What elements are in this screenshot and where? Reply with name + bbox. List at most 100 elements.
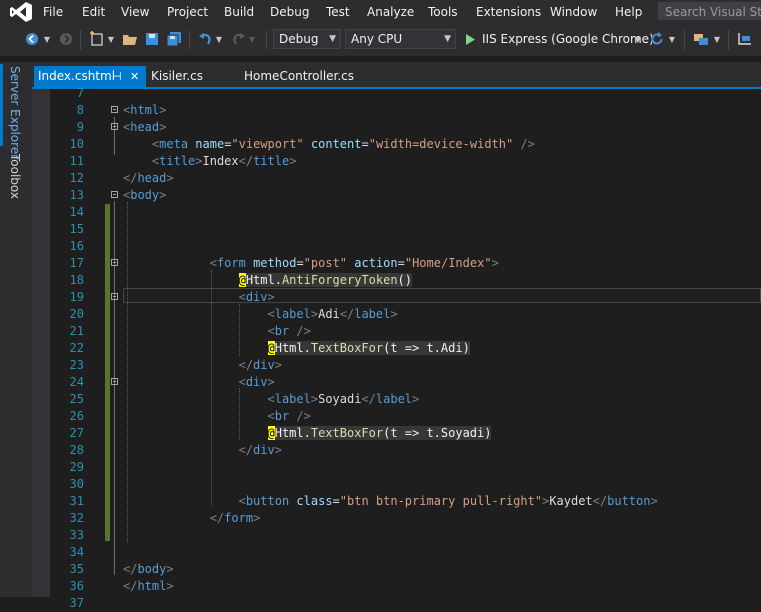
run-target-dropdown-icon[interactable]: ▼ [634,30,642,48]
menu-analyze[interactable]: Analyze [367,5,414,19]
code-line[interactable]: 12 </head> [32,170,761,187]
toolbar-separator [80,30,81,50]
code-line[interactable]: 35 </body> [32,561,761,578]
collapse-region-icon[interactable] [111,378,118,385]
code-line[interactable]: 16 [32,238,761,255]
menu-bar: File Edit View Project Build Debug Test … [0,0,761,24]
code-text: <html> [123,102,166,119]
code-line[interactable]: 8 <html> [32,102,761,119]
code-line[interactable]: 37 [32,595,761,612]
code-line[interactable]: 27 @Html.TextBoxFor(t => t.Soyadi) [32,425,761,442]
code-token: </ [123,562,138,576]
menu-extensions[interactable]: Extensions [476,5,541,19]
code-line[interactable]: 21 <br /> [32,323,761,340]
close-icon[interactable]: ✕ [130,66,139,87]
solution-configuration-dropdown[interactable]: Debug ▼ [273,29,341,49]
menu-view[interactable]: View [121,5,149,19]
code-line[interactable]: 28 </div> [32,442,761,459]
back-dropdown-icon[interactable]: ▼ [43,30,51,48]
code-line[interactable]: 20 <label>Adi</label> [32,306,761,323]
collapse-region-icon[interactable] [111,123,118,130]
new-project-icon[interactable] [88,30,106,48]
code-line[interactable]: 26 <br /> [32,408,761,425]
code-line[interactable]: 30 [32,476,761,493]
menu-edit[interactable]: Edit [82,5,105,19]
line-number: 19 [69,290,84,304]
visual-studio-logo-icon[interactable] [10,2,32,22]
search-input[interactable]: Search Visual Studio [658,2,761,20]
code-line[interactable]: 31 <button class="btn btn-primary pull-r… [32,493,761,510]
code-line[interactable]: 34 [32,544,761,561]
code-line[interactable]: 19 <div> [32,289,761,306]
code-line[interactable]: 23 </div> [32,357,761,374]
tab-index-cshtml[interactable]: Index.cshtml ⊣ ✕ [34,66,146,87]
code-line[interactable]: 9 <head> [32,119,761,136]
undo-icon[interactable] [197,30,213,48]
code-line[interactable]: 11 <title>Index</title> [32,153,761,170]
start-debugging-icon[interactable] [463,30,477,48]
tab-homecontroller-cs[interactable]: HomeController.cs [244,66,354,87]
code-line[interactable]: 14 [32,204,761,221]
menu-debug[interactable]: Debug [270,5,309,19]
browser-link-dropdown-icon[interactable]: ▼ [713,30,721,48]
toolbar-overflow-icon[interactable] [736,30,754,48]
navigate-back-icon[interactable] [24,30,40,48]
code-line[interactable]: 15 [32,221,761,238]
solution-platform-dropdown[interactable]: Any CPU ▼ [345,29,456,49]
redo-dropdown-icon[interactable]: ▼ [248,30,256,48]
menu-window[interactable]: Window [550,5,597,19]
menu-build[interactable]: Build [224,5,254,19]
undo-dropdown-icon[interactable]: ▼ [215,30,223,48]
code-line[interactable]: 17 <form method="post" action="Home/Inde… [32,255,761,272]
code-line[interactable]: 7 [32,85,761,102]
menu-tools[interactable]: Tools [428,5,458,19]
collapse-region-icon[interactable] [111,259,118,266]
code-editor[interactable]: 7 8 <html> 9 <head> 10 <meta name="viewport" … [32,86,761,610]
code-token: > [159,103,167,117]
tab-kisiler-cs[interactable]: Kisiler.cs [151,66,203,87]
save-icon[interactable] [144,30,160,48]
browser-link-icon[interactable] [692,30,710,48]
code-line[interactable]: 29 [32,459,761,476]
refresh-dropdown-icon[interactable]: ▼ [668,30,676,48]
refresh-icon[interactable] [649,30,665,48]
code-token: /> [296,324,311,338]
code-line[interactable]: 18 @Html.AntiForgeryToken() [32,272,761,289]
code-line[interactable]: 24 <div> [32,374,761,391]
menu-file[interactable]: File [43,5,63,19]
start-debugging-button[interactable]: IIS Express (Google Chrome) [482,30,654,48]
collapse-region-icon[interactable] [111,106,118,113]
code-token: = [296,256,304,270]
collapse-region-icon[interactable] [111,293,118,300]
menu-help[interactable]: Help [615,5,642,19]
toolbar-separator [189,30,190,50]
code-token: </ [238,358,254,372]
code-line[interactable]: 25 <label>Soyadi</label> [32,391,761,408]
menu-project[interactable]: Project [167,5,208,19]
toolbar-separator [728,30,729,50]
server-explorer-tab[interactable]: Server Explorer [8,66,22,159]
pin-icon[interactable]: ⊣ [112,66,122,87]
menu-test[interactable]: Test [326,5,350,19]
navigate-forward-icon[interactable] [58,30,74,48]
code-line[interactable]: 22 @Html.TextBoxFor(t => t.Adi) [32,340,761,357]
collapse-region-icon[interactable] [111,191,118,198]
toolbox-tab[interactable]: Toolbox [8,154,22,199]
save-all-icon[interactable] [165,30,183,48]
code-line[interactable]: 10 <meta name="viewport" content="width=… [32,136,761,153]
code-line[interactable]: 32 </form> [32,510,761,527]
code-line[interactable]: 13 <body> [32,187,761,204]
line-number: 25 [69,392,84,406]
code-token: meta [159,137,189,151]
line-number: 33 [69,528,84,542]
open-file-icon[interactable] [121,30,139,48]
new-dropdown-icon[interactable]: ▼ [107,30,115,48]
code-line[interactable]: 33 [32,527,761,544]
redo-icon[interactable] [230,30,246,48]
code-token: TextBoxFor [310,341,384,355]
code-line[interactable]: 36 </html> [32,578,761,595]
